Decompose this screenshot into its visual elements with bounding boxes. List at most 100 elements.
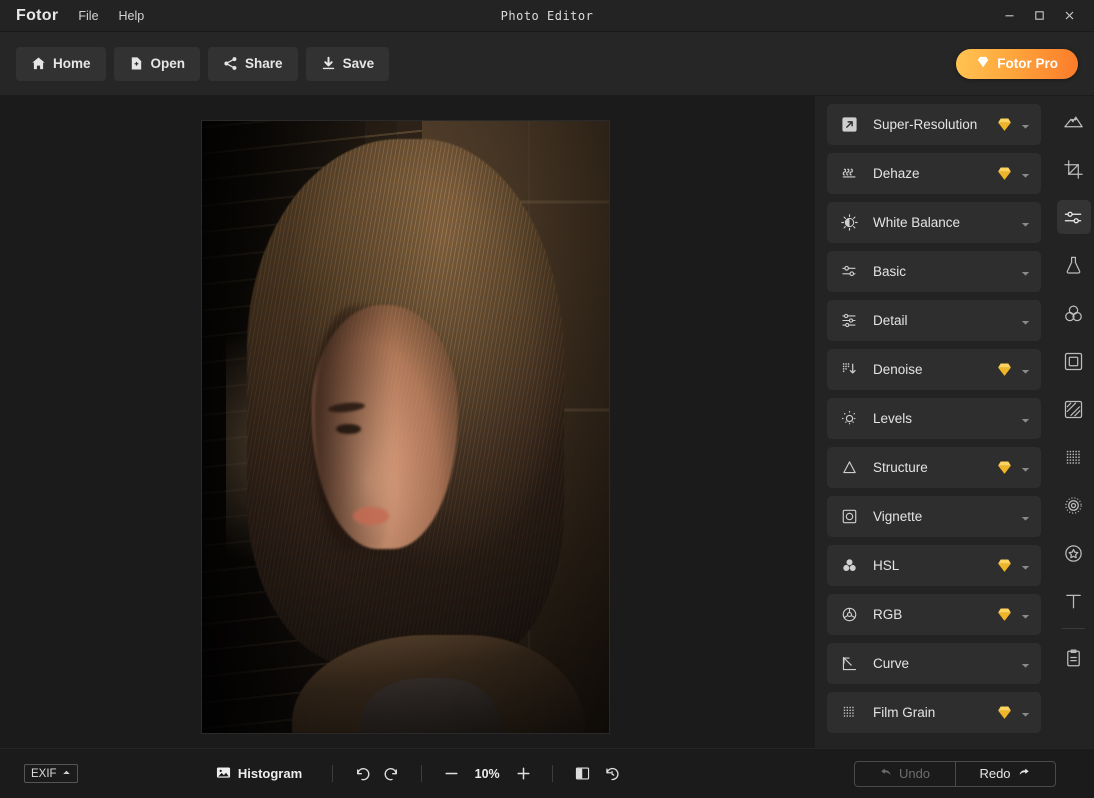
redo-icon-button[interactable] <box>377 759 407 789</box>
adjust-item-levels[interactable]: Levels <box>827 398 1041 439</box>
portrait-photo <box>202 121 609 733</box>
adjust-item-detail[interactable]: Detail <box>827 300 1041 341</box>
adjust-sliders-icon <box>1063 207 1084 228</box>
rail-divider <box>1062 628 1085 629</box>
window-controls <box>994 0 1094 32</box>
rail-item-focus[interactable] <box>1057 488 1091 522</box>
chevron-down-icon[interactable] <box>1020 707 1031 718</box>
super-resolution-icon <box>839 115 859 135</box>
undo-button[interactable]: Undo <box>855 762 955 786</box>
open-button[interactable]: Open <box>113 46 201 81</box>
chevron-down-icon[interactable] <box>1020 119 1031 130</box>
undo-arrow-icon <box>879 765 893 782</box>
hsl-circles-icon <box>839 556 859 576</box>
zoom-in-button[interactable] <box>508 759 538 789</box>
rail-item-scenery[interactable] <box>1057 104 1091 138</box>
redo-button[interactable]: Redo <box>954 761 1055 786</box>
histogram-label: Histogram <box>237 766 303 781</box>
maximize-icon[interactable] <box>1024 0 1054 32</box>
adjust-item-rgb[interactable]: RGB <box>827 594 1041 635</box>
adjust-label: HSL <box>873 558 900 573</box>
canvas-area[interactable] <box>0 96 815 748</box>
home-button[interactable]: Home <box>16 46 106 81</box>
undo-icon-button[interactable] <box>347 759 377 789</box>
rail-item-frame[interactable] <box>1057 344 1091 378</box>
adjust-label: Vignette <box>873 509 923 524</box>
reset-button[interactable] <box>597 759 627 789</box>
adjust-item-structure[interactable]: Structure <box>827 447 1041 488</box>
image-icon <box>216 765 231 783</box>
close-icon[interactable] <box>1054 0 1084 32</box>
minimize-icon[interactable] <box>994 0 1024 32</box>
focus-ring-icon <box>1063 495 1084 516</box>
adjust-item-dehaze[interactable]: Dehaze <box>827 153 1041 194</box>
rail-item-crop[interactable] <box>1057 152 1091 186</box>
adjust-item-film-grain[interactable]: Film Grain <box>827 692 1041 733</box>
pro-diamond-icon <box>996 557 1013 574</box>
zoom-out-button[interactable] <box>436 759 466 789</box>
rail-item-texture[interactable] <box>1057 440 1091 474</box>
star-badge-icon <box>1063 543 1084 564</box>
frame-icon <box>1063 351 1084 372</box>
rail-item-sticker[interactable] <box>1057 536 1091 570</box>
chevron-down-icon[interactable] <box>1020 364 1031 375</box>
menu-help[interactable]: Help <box>119 9 145 23</box>
exif-button[interactable]: EXIF <box>24 764 78 783</box>
main-toolbar: Home Open Share Save Fotor Pro <box>0 32 1094 96</box>
chevron-down-icon[interactable] <box>1020 462 1031 473</box>
redo-label: Redo <box>979 766 1011 781</box>
download-save-icon <box>321 56 336 71</box>
chevron-down-icon[interactable] <box>1020 658 1031 669</box>
adjust-label: Basic <box>873 264 907 279</box>
color-circles-icon <box>1063 303 1084 324</box>
adjust-label: Curve <box>873 656 910 671</box>
adjust-item-denoise[interactable]: Denoise <box>827 349 1041 390</box>
chevron-down-icon[interactable] <box>1020 511 1031 522</box>
histogram-button[interactable]: Histogram <box>216 765 302 783</box>
rail-item-adjust[interactable] <box>1056 200 1091 234</box>
adjust-item-white-balance[interactable]: White Balance <box>827 202 1041 243</box>
photo-canvas[interactable] <box>202 121 609 733</box>
dehaze-icon <box>839 164 859 184</box>
adjust-item-vignette[interactable]: Vignette <box>827 496 1041 537</box>
denoise-icon <box>839 360 859 380</box>
chevron-down-icon[interactable] <box>1020 609 1031 620</box>
sliders-icon <box>839 262 859 282</box>
open-file-icon <box>129 56 144 71</box>
share-button[interactable]: Share <box>208 46 298 81</box>
chevron-down-icon[interactable] <box>1020 560 1031 571</box>
adjust-label: Super-Resolution <box>873 117 978 132</box>
adjust-item-curve[interactable]: Curve <box>827 643 1041 684</box>
photo-editor-window: Fotor File Help Photo Editor Home Open S… <box>0 0 1094 798</box>
rgb-wheel-icon <box>839 605 859 625</box>
chevron-down-icon[interactable] <box>1020 315 1031 326</box>
rail-item-text[interactable] <box>1057 584 1091 618</box>
detail-sliders-icon <box>839 311 859 331</box>
adjust-item-basic[interactable]: Basic <box>827 251 1041 292</box>
save-button[interactable]: Save <box>305 46 390 81</box>
compare-button[interactable] <box>567 759 597 789</box>
rail-item-tilt-shift[interactable] <box>1057 392 1091 426</box>
chevron-down-icon[interactable] <box>1020 217 1031 228</box>
texture-grid-icon <box>1063 447 1084 468</box>
editor-body: Super-Resolution Dehaze White Balance Ba… <box>0 96 1094 748</box>
crop-icon <box>1063 159 1084 180</box>
adjust-item-hsl[interactable]: HSL <box>827 545 1041 586</box>
bottom-bar: EXIF Histogram 10% Undo Redo <box>0 748 1094 798</box>
adjust-label: Denoise <box>873 362 923 377</box>
zoom-level: 10% <box>474 766 500 781</box>
exif-label: EXIF <box>31 767 57 780</box>
tool-rail <box>1053 96 1094 748</box>
chevron-down-icon[interactable] <box>1020 266 1031 277</box>
chevron-down-icon[interactable] <box>1020 413 1031 424</box>
pro-diamond-icon <box>996 704 1013 721</box>
mountain-icon <box>1063 111 1084 132</box>
chevron-down-icon[interactable] <box>1020 168 1031 179</box>
levels-icon <box>839 409 859 429</box>
menu-file[interactable]: File <box>78 9 98 23</box>
fotor-pro-button[interactable]: Fotor Pro <box>956 48 1078 79</box>
rail-item-effects[interactable] <box>1057 248 1091 282</box>
rail-item-notes[interactable] <box>1057 641 1091 675</box>
rail-item-color[interactable] <box>1057 296 1091 330</box>
adjust-item-super-resolution[interactable]: Super-Resolution <box>827 104 1041 145</box>
